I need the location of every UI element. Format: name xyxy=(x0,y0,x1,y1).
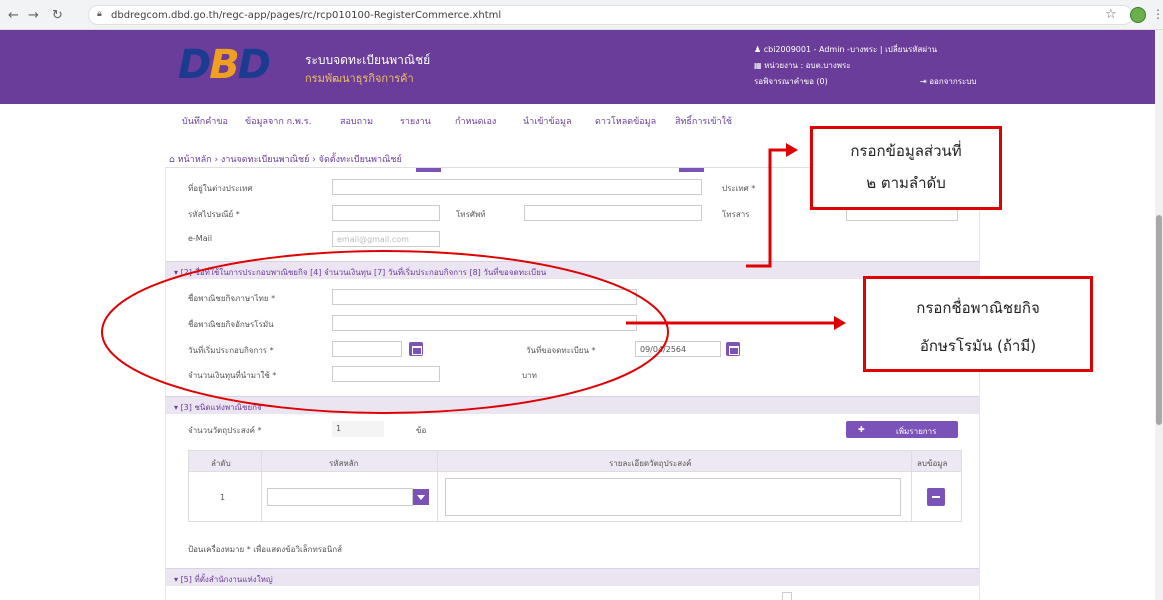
calendar-icon[interactable] xyxy=(726,342,740,356)
col-main-code: รหัสหลัก xyxy=(329,459,359,468)
chevron-down-icon[interactable] xyxy=(413,489,429,505)
col-index: ลำดับ xyxy=(211,459,231,468)
phone-label: โทรศัพท์ xyxy=(456,210,486,219)
user-info[interactable]: ♟ cbi2009001 - Admin -บางพระ | เปลี่ยนรห… xyxy=(754,43,937,56)
scrollbar-thumb[interactable] xyxy=(1156,215,1162,425)
menu-item-inquiry[interactable]: สอบถาม xyxy=(340,114,373,128)
site-header: DBD ระบบจดทะเบียนพาณิชย์ กรมพัฒนาธุรกิจก… xyxy=(0,30,1155,104)
objective-detail-textarea[interactable] xyxy=(445,478,901,516)
item-unit-label: ข้อ xyxy=(416,426,427,435)
menu-item-record[interactable]: บันทึกคำขอ xyxy=(182,114,228,128)
menu-kebab-icon[interactable]: ⋮ xyxy=(1152,7,1163,21)
col-detail: รายละเอียดวัตถุประสงค์ xyxy=(609,459,692,468)
home-icon: ⌂ xyxy=(169,155,178,165)
building-icon: ▦ xyxy=(754,61,765,70)
plus-icon: ✚ xyxy=(858,425,865,434)
objective-table-header: ลำดับ รหัสหลัก รายละเอียดวัตถุประสงค์ ลบ… xyxy=(188,450,962,472)
lock-icon: 🔒︎ xyxy=(97,9,102,19)
start-date-label: วันที่เริ่มประกอบกิจการ * xyxy=(188,346,274,355)
menu-item-report[interactable]: รายงาน xyxy=(400,114,431,128)
menu-item-permission[interactable]: สิทธิ์การเข้าใช้ xyxy=(675,114,732,128)
cut-off-button xyxy=(679,168,704,172)
forward-icon[interactable]: → xyxy=(28,8,39,23)
calendar-icon[interactable] xyxy=(409,342,423,356)
postal-code-label: รหัสไปรษณีย์ * xyxy=(188,210,240,219)
menu-item-custom[interactable]: กำหนดเอง xyxy=(455,114,496,128)
page-root: ← → ↻ 🔒︎ dbdregcom.dbd.go.th/regc-app/pa… xyxy=(0,0,1163,600)
thai-name-input[interactable] xyxy=(332,289,637,305)
address-bar[interactable]: 🔒︎ dbdregcom.dbd.go.th/regc-app/pages/rc… xyxy=(88,5,1133,25)
baht-label: บาท xyxy=(522,371,537,380)
objective-count-field: 1 xyxy=(332,421,384,437)
browser-toolbar: ← → ↻ 🔒︎ dbdregcom.dbd.go.th/regc-app/pa… xyxy=(0,0,1163,30)
minus-icon[interactable] xyxy=(927,488,945,506)
menu-item-opdc-data[interactable]: ข้อมูลจาก ก.พ.ร. xyxy=(245,114,311,128)
add-objective-button[interactable]: ✚ เพิ่มรายการ xyxy=(846,421,958,438)
table-row: 1 xyxy=(188,472,962,522)
row-index: 1 xyxy=(220,493,226,502)
email-input[interactable]: email@gmail.com xyxy=(332,231,440,247)
reg-date-input[interactable]: 09/04/2564 xyxy=(635,341,721,357)
pending-requests-link[interactable]: รอพิจารณาคำขอ (0) xyxy=(754,75,828,88)
capital-input[interactable] xyxy=(332,366,440,382)
country-label: ประเทศ * xyxy=(722,184,756,193)
reg-date-label: วันที่ขอจดทะเบียน * xyxy=(526,346,596,355)
checkbox[interactable] xyxy=(782,592,792,600)
back-icon[interactable]: ← xyxy=(8,8,19,23)
section-2-header[interactable]: ▾ [2] ชื่อที่ใช้ในการประกอบพาณิชยกิจ [4]… xyxy=(166,261,979,279)
roman-name-input[interactable] xyxy=(332,315,637,331)
section-3-header[interactable]: ▾ [3] ชนิดแห่งพาณิชยกิจ xyxy=(166,396,979,414)
dbd-logo[interactable]: DBD xyxy=(178,42,271,88)
profile-icon[interactable] xyxy=(1130,7,1146,23)
note-text: ป้อนเครื่องหมาย * เพื่อแสดงข้อวิเล็กทรอน… xyxy=(188,545,343,554)
registration-form: ที่อยู่ในต่างประเทศ ประเทศ * รหัสไปรษณีย… xyxy=(165,168,980,600)
menu-item-download[interactable]: ดาวโหลดข้อมูล xyxy=(595,114,656,128)
department-info: ▦ หน่วยงาน : อบต.บางพระ xyxy=(754,61,851,70)
foreign-address-label: ที่อยู่ในต่างประเทศ xyxy=(188,184,253,193)
phone-input[interactable] xyxy=(524,205,702,221)
callout-box-2: กรอกชื่อพาณิชยกิจ อักษรโรมัน (ถ้ามี) xyxy=(863,276,1093,372)
capital-label: จำนวนเงินทุนที่นำมาใช้ * xyxy=(188,371,277,380)
system-title: ระบบจดทะเบียนพาณิชย์ xyxy=(305,53,431,67)
logout-icon: ⇥ xyxy=(920,77,930,86)
thai-name-label: ชื่อพาณิชยกิจภาษาไทย * xyxy=(188,294,276,303)
start-date-input[interactable] xyxy=(332,341,402,357)
user-icon: ♟ xyxy=(754,45,764,54)
reload-icon[interactable]: ↻ xyxy=(52,8,63,23)
foreign-address-input[interactable] xyxy=(332,179,702,195)
url-text: dbdregcom.dbd.go.th/regc-app/pages/rc/rc… xyxy=(111,10,502,21)
fax-label: โทรสาร xyxy=(722,210,750,219)
email-label: e-Mail xyxy=(188,234,213,243)
postal-code-input[interactable] xyxy=(332,205,440,221)
main-code-select[interactable] xyxy=(267,488,413,506)
menu-item-import[interactable]: นำเข้าข้อมูล xyxy=(523,114,572,128)
col-delete: ลบข้อมูล xyxy=(917,459,948,468)
objective-count-label: จำนวนวัตถุประสงค์ * xyxy=(188,426,262,435)
star-icon[interactable]: ☆ xyxy=(1105,7,1117,22)
logout-link[interactable]: ⇥ ออกจากระบบ xyxy=(920,75,976,88)
section-5-header[interactable]: ▾ [5] ที่ตั้งสำนักงานแห่งใหญ่ xyxy=(166,568,979,586)
roman-name-label: ชื่อพาณิชยกิจอักษรโรมัน xyxy=(188,320,274,329)
callout-box-1: กรอกข้อมูลส่วนที่ ๒ ตามลำดับ xyxy=(810,126,1002,210)
system-subtitle: กรมพัฒนาธุรกิจการค้า xyxy=(305,72,414,85)
cut-off-button xyxy=(416,168,441,172)
